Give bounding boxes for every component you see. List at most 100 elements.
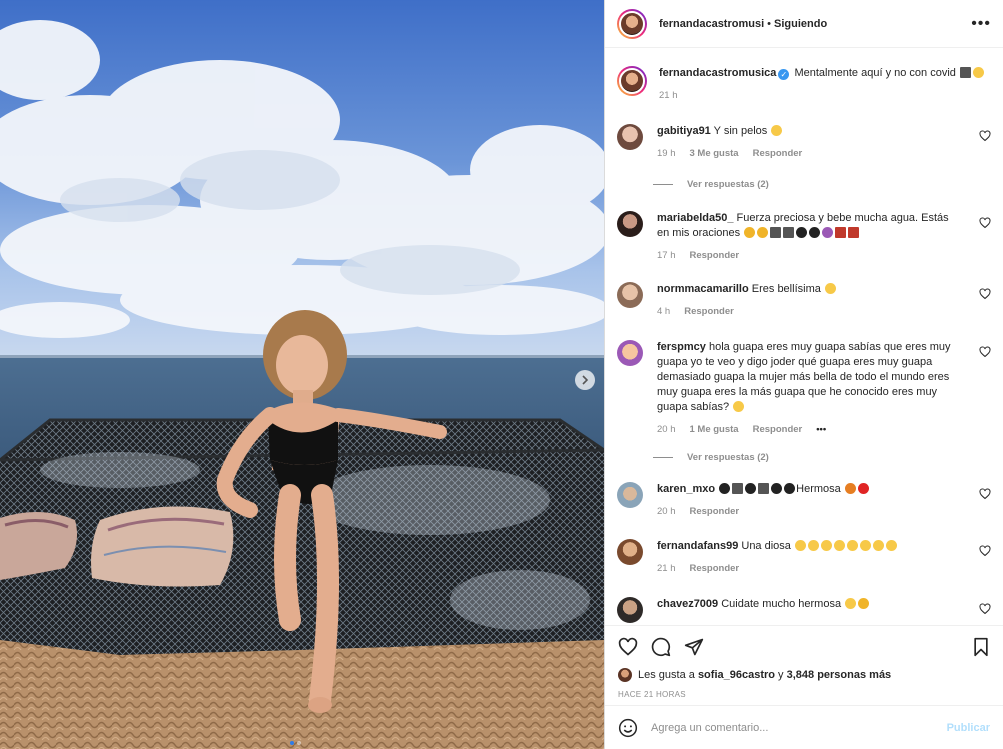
comment-item: chavez7009 Cuidate mucho hermosa [617, 597, 991, 623]
likes-connector: y [778, 669, 784, 681]
verified-badge-icon: ✓ [778, 69, 790, 80]
caption-avatar-ring[interactable] [617, 66, 647, 96]
like-comment-heart-icon[interactable] [979, 288, 991, 300]
comments-list[interactable]: fernandacastromusica ✓ Mentalmente aquí y… [605, 49, 1003, 624]
comment-username[interactable]: karen_mxo [657, 483, 715, 495]
chevron-right-icon [582, 375, 589, 385]
emoji-icon [733, 401, 745, 412]
comment-item: fernandafans99 Una diosa 21 h Responder [617, 539, 991, 574]
praying-hands-emoji-icon [757, 227, 769, 238]
comment-username[interactable]: mariabelda50_ [657, 212, 733, 224]
like-heart-icon[interactable] [618, 637, 638, 657]
emoji-icon [859, 540, 871, 551]
comment-username[interactable]: normmacamarillo [657, 283, 749, 295]
comment-username[interactable]: gabitiya91 [657, 125, 711, 137]
liker-avatar [618, 668, 632, 682]
post-header: fernandacastromusi • Siguiendo ••• [605, 0, 1003, 48]
reply-button[interactable]: Responder [690, 506, 740, 517]
emoji-icon [833, 540, 845, 551]
commenter-avatar[interactable] [617, 211, 643, 237]
emoji-icon [770, 227, 782, 238]
view-replies-button[interactable]: Ver respuestas (2) [653, 452, 769, 463]
comment-time: 4 h [657, 306, 671, 317]
commenter-avatar[interactable] [617, 124, 643, 150]
emoji-icon [758, 483, 770, 494]
comment-text: Eres bellísima [751, 283, 821, 295]
like-comment-heart-icon[interactable] [979, 217, 991, 229]
likes-count[interactable]: 3,848 personas más [787, 669, 892, 681]
black-heart-emoji-icon [809, 227, 821, 238]
comment-item: normmacamarillo Eres bellísima 4 h Respo… [617, 282, 991, 317]
black-heart-emoji-icon [771, 483, 783, 494]
commenter-avatar[interactable] [617, 597, 643, 623]
emoji-icon [959, 67, 971, 78]
like-comment-heart-icon[interactable] [979, 488, 991, 500]
emoji-icon [783, 227, 795, 238]
comment-input[interactable] [651, 721, 947, 734]
likes-summary[interactable]: Les gusta a sofia_96castro y 3,848 perso… [618, 668, 990, 682]
comment-likes[interactable]: 1 Me gusta [690, 424, 739, 435]
commenter-avatar[interactable] [617, 482, 643, 508]
comment-icon[interactable] [651, 637, 671, 657]
comment-options-button[interactable]: ••• [816, 424, 826, 435]
like-comment-heart-icon[interactable] [979, 130, 991, 142]
author-username[interactable]: fernandacastromusi [659, 18, 764, 30]
header-separator: • [767, 17, 772, 30]
emoji-picker-icon[interactable] [618, 718, 638, 738]
comment-text: Hermosa [796, 483, 841, 495]
more-options-icon[interactable]: ••• [971, 15, 991, 33]
publish-button[interactable]: Publicar [947, 722, 990, 734]
caption-username[interactable]: fernandacastromusica [659, 67, 776, 79]
photo-image [0, 0, 604, 749]
black-heart-emoji-icon [719, 483, 731, 494]
post-actions: Les gusta a sofia_96castro y 3,848 perso… [605, 625, 1003, 699]
emoji-icon [845, 598, 857, 609]
follow-status-button[interactable]: Siguiendo [774, 18, 827, 30]
praying-hands-emoji-icon [744, 227, 756, 238]
black-heart-emoji-icon [784, 483, 796, 494]
author-avatar-ring[interactable] [617, 8, 647, 39]
laughing-emoji-icon [771, 125, 783, 136]
black-heart-emoji-icon [745, 483, 757, 494]
next-photo-button[interactable] [575, 370, 595, 390]
comment-username[interactable]: fernandafans99 [657, 540, 738, 552]
author-avatar [619, 10, 645, 37]
emoji-icon [820, 540, 832, 551]
share-send-icon[interactable] [684, 637, 704, 657]
commenter-avatar[interactable] [617, 539, 643, 565]
liker-username[interactable]: sofia_96castro [698, 669, 775, 681]
reply-button[interactable]: Responder [753, 148, 803, 159]
comment-item: mariabelda50_ Fuerza preciosa y bebe muc… [617, 211, 991, 261]
reply-button[interactable]: Responder [690, 250, 740, 261]
emoji-icon [822, 227, 834, 238]
post-photo[interactable] [0, 0, 604, 749]
like-comment-heart-icon[interactable] [979, 545, 991, 557]
comment-username[interactable]: chavez7009 [657, 598, 718, 610]
carousel-indicator [290, 741, 301, 745]
red-heart-emoji-icon [857, 483, 869, 494]
like-comment-heart-icon[interactable] [979, 346, 991, 358]
caption-avatar [619, 68, 645, 94]
comment-text: Y sin pelos [713, 125, 768, 137]
commenter-avatar[interactable] [617, 340, 643, 366]
comment-text: Una diosa [741, 540, 791, 552]
emoji-icon [972, 67, 984, 78]
view-replies-button[interactable]: Ver respuestas (2) [653, 179, 769, 190]
like-comment-heart-icon[interactable] [979, 603, 991, 615]
commenter-avatar[interactable] [617, 282, 643, 308]
reply-button[interactable]: Responder [753, 424, 803, 435]
comment-item: karen_mxo Hermosa 20 h Responder [617, 482, 991, 517]
comment-item: fersрmcy hola guapa eres muy guapa sabía… [617, 340, 991, 435]
black-heart-emoji-icon [796, 227, 808, 238]
carousel-dot [297, 741, 301, 745]
fire-emoji-icon [844, 483, 856, 494]
reply-button[interactable]: Responder [684, 306, 734, 317]
carousel-dot-active [290, 741, 294, 745]
save-bookmark-icon[interactable] [972, 637, 990, 657]
hugging-emoji-icon [858, 598, 870, 609]
caption-time: 21 h [659, 90, 678, 101]
comment-username[interactable]: fersрmcy [657, 341, 706, 353]
comment-time: 21 h [657, 563, 676, 574]
reply-button[interactable]: Responder [690, 563, 740, 574]
comment-likes[interactable]: 3 Me gusta [690, 148, 739, 159]
